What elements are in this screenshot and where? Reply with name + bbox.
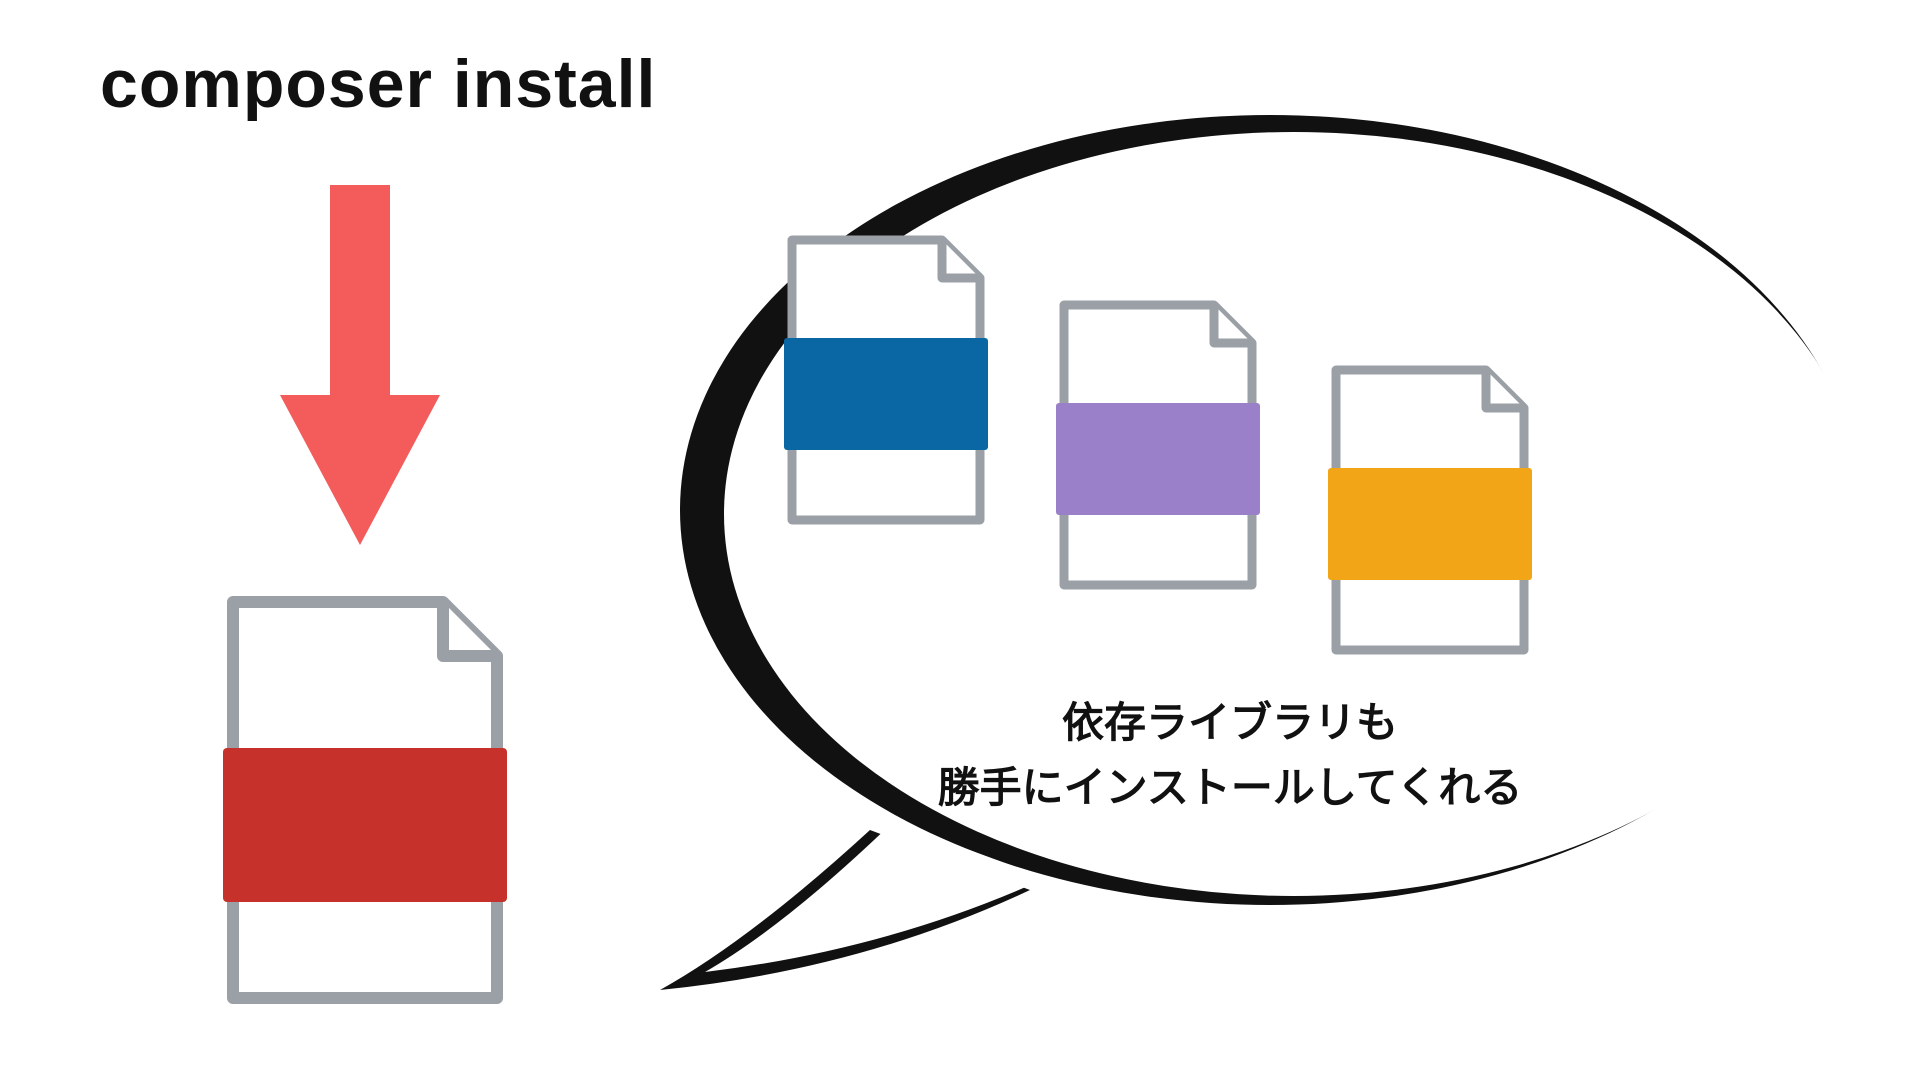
bubble-caption: 依存ライブラリも勝手にインストールしてくれる	[850, 690, 1610, 820]
file-red-icon	[205, 590, 525, 1015]
file-purple-icon	[1042, 295, 1272, 600]
file-blue-icon	[770, 230, 1000, 535]
diagram-title: composer install	[100, 45, 656, 123]
diagram-canvas: composer install	[0, 0, 1920, 1080]
down-arrow-icon	[280, 185, 440, 550]
file-orange-icon	[1314, 360, 1544, 665]
